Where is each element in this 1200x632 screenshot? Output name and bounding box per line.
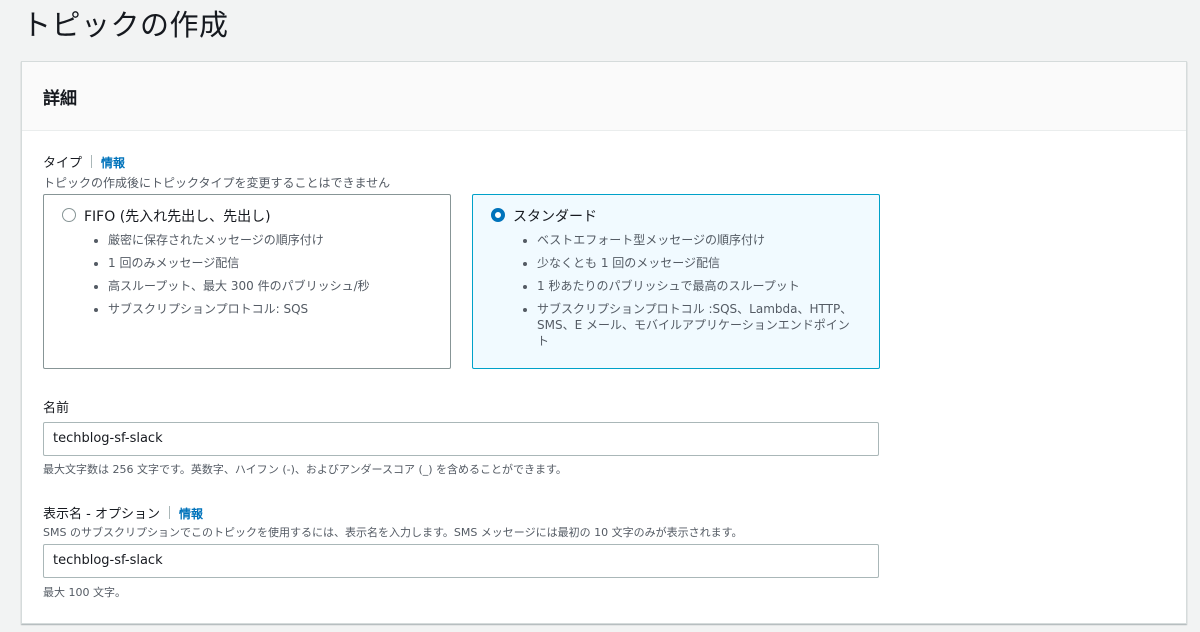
standard-feature-list: ベストエフォート型メッセージの順序付け 少なくとも 1 回のメッセージ配信 1 … xyxy=(521,232,857,356)
fifo-radio[interactable] xyxy=(62,208,76,222)
type-label: タイプ xyxy=(43,156,83,171)
list-item: 少なくとも 1 回のメッセージ配信 xyxy=(537,255,857,271)
list-item: ベストエフォート型メッセージの順序付け xyxy=(537,232,857,248)
panel-title: 詳細 xyxy=(43,89,77,109)
display-name-label: 表示名 - オプション xyxy=(43,507,160,522)
type-description: トピックの作成後にトピックタイプを変更することはできません xyxy=(43,176,391,190)
standard-option-title: スタンダード xyxy=(513,209,597,225)
label-divider xyxy=(168,506,170,519)
name-label: 名前 xyxy=(43,401,70,416)
display-name-info-link[interactable]: 情報 xyxy=(179,507,203,521)
type-label-row: タイプ 情報 xyxy=(43,152,125,171)
details-panel: 詳細 タイプ 情報 トピックの作成後にトピックタイプを変更することはできません F… xyxy=(21,61,1187,624)
display-name-hint: 最大 100 文字。 xyxy=(43,586,126,599)
panel-header: 詳細 xyxy=(22,62,1186,131)
list-item: 1 回のみメッセージ配信 xyxy=(108,255,428,271)
name-hint: 最大文字数は 256 文字です。英数字、ハイフン (-)、およびアンダースコア … xyxy=(43,463,567,476)
display-name-label-row: 表示名 - オプション 情報 xyxy=(43,503,203,522)
type-info-link[interactable]: 情報 xyxy=(101,156,125,170)
type-option-standard[interactable]: スタンダード ベストエフォート型メッセージの順序付け 少なくとも 1 回のメッセ… xyxy=(472,194,880,369)
list-item: サブスクリプションプロトコル: SQS xyxy=(108,301,428,317)
fifo-feature-list: 厳密に保存されたメッセージの順序付け 1 回のみメッセージ配信 高スループット、… xyxy=(92,232,428,324)
list-item: 1 秒あたりのパブリッシュで最高のスループット xyxy=(537,278,857,294)
type-option-fifo[interactable]: FIFO (先入れ先出し、先出し) 厳密に保存されたメッセージの順序付け 1 回… xyxy=(43,194,451,369)
list-item: サブスクリプションプロトコル :SQS、Lambda、HTTP、SMS、E メー… xyxy=(537,301,857,349)
page-title: トピックの作成 xyxy=(22,8,229,42)
display-name-description: SMS のサブスクリプションでこのトピックを使用するには、表示名を入力します。S… xyxy=(43,526,743,539)
list-item: 高スループット、最大 300 件のパブリッシュ/秒 xyxy=(108,278,428,294)
list-item: 厳密に保存されたメッセージの順序付け xyxy=(108,232,428,248)
fifo-option-title: FIFO (先入れ先出し、先出し) xyxy=(84,209,271,225)
standard-radio[interactable] xyxy=(491,208,505,222)
display-name-input[interactable]: techblog-sf-slack xyxy=(43,544,879,578)
name-input[interactable]: techblog-sf-slack xyxy=(43,422,879,456)
label-divider xyxy=(91,155,93,168)
